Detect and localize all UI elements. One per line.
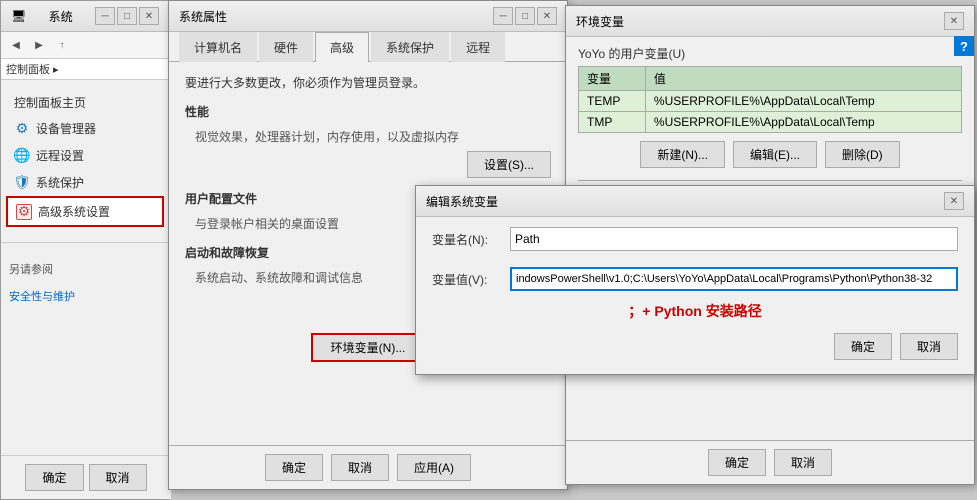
- uv-temp-var: TEMP: [579, 91, 646, 112]
- section-divider: [578, 180, 962, 181]
- remote-settings-icon: 🌐: [14, 148, 30, 164]
- sp-ok-button[interactable]: 确定: [265, 454, 323, 481]
- security-maintenance-link[interactable]: 安全性与维护: [1, 285, 169, 307]
- user-new-button[interactable]: 新建(N)...: [640, 141, 725, 168]
- var-value-input[interactable]: [510, 267, 958, 291]
- edit-ok-button[interactable]: 确定: [834, 333, 892, 360]
- edit-cancel-button[interactable]: 取消: [900, 333, 958, 360]
- tab-remote[interactable]: 远程: [451, 32, 505, 62]
- tab-system-protection[interactable]: 系统保护: [371, 32, 449, 62]
- env-close-button[interactable]: ✕: [944, 12, 964, 30]
- tab-advanced[interactable]: 高级: [315, 32, 369, 62]
- system-cancel-button[interactable]: 取消: [89, 464, 147, 491]
- python-path-annotation: ；+ Python 安装路径: [416, 297, 974, 325]
- also-see-label: 另请参阅: [1, 253, 169, 285]
- sidebar-item-system-protection[interactable]: 🛡 系统保护: [6, 169, 164, 196]
- sidebar: 控制面板主页 ⚙ 设备管理器 🌐 远程设置 🛡 系统保护 ⚙ 高级系统设置: [1, 80, 169, 237]
- sys-props-title-bar: 系统属性 ─ □ ✕: [169, 1, 567, 32]
- env-window-controls: ✕: [944, 12, 964, 30]
- breadcrumb: 控制面板 ▸: [1, 59, 169, 80]
- var-value-row: 变量值(V):: [416, 257, 974, 297]
- environment-variables-button[interactable]: 环境变量(N)...: [311, 333, 426, 362]
- sp-minimize-button[interactable]: ─: [493, 7, 513, 25]
- sidebar-title: 控制面板主页: [6, 90, 164, 115]
- system-window-title: 系统: [49, 8, 73, 25]
- navigation-bar: ◀ ▶ ↑: [1, 32, 169, 59]
- uv-tmp-var: TMP: [579, 112, 646, 133]
- edit-dialog-title-bar: 编辑系统变量 ✕: [416, 186, 974, 217]
- sys-props-title: 系统属性: [179, 8, 227, 25]
- performance-header: 性能: [185, 103, 551, 122]
- system-protection-icon: 🛡: [14, 175, 30, 191]
- user-vars-col-value: 值: [645, 67, 961, 91]
- table-row[interactable]: TMP %USERPROFILE%\AppData\Local\Temp: [579, 112, 962, 133]
- performance-section: 性能 视觉效果，处理器计划，内存使用，以及虚拟内存 设置(S)...: [185, 103, 551, 178]
- var-name-input[interactable]: [510, 227, 958, 251]
- close-button[interactable]: ✕: [139, 7, 159, 25]
- var-name-label: 变量名(N):: [432, 231, 502, 248]
- var-name-row: 变量名(N):: [416, 217, 974, 257]
- tab-hardware[interactable]: 硬件: [259, 32, 313, 62]
- back-button[interactable]: ◀: [6, 35, 26, 55]
- sys-props-bottom-bar: 确定 取消 应用(A): [169, 445, 567, 489]
- performance-body: 视觉效果，处理器计划，内存使用，以及虚拟内存: [195, 128, 551, 145]
- maximize-button[interactable]: □: [117, 7, 137, 25]
- user-edit-button[interactable]: 编辑(E)...: [733, 141, 817, 168]
- system-window-bottom-bar: 确定 取消: [1, 455, 171, 499]
- admin-notice: 要进行大多数更改，你必须作为管理员登录。: [185, 74, 551, 91]
- system-title-bar: 🖥 系统 ─ □ ✕: [1, 1, 169, 32]
- sp-maximize-button[interactable]: □: [515, 7, 535, 25]
- system-window-icon: 🖥: [11, 9, 26, 23]
- table-row[interactable]: TEMP %USERPROFILE%\AppData\Local\Temp: [579, 91, 962, 112]
- env-window-bottom-bar: 确定 取消: [566, 440, 974, 484]
- env-window-title: 环境变量: [576, 13, 624, 30]
- sp-apply-button[interactable]: 应用(A): [397, 454, 471, 481]
- edit-dialog-controls: ✕: [944, 192, 964, 210]
- system-window: 🖥 系统 ─ □ ✕ ◀ ▶ ↑ 控制面板 ▸ 控制面板主页 ⚙ 设备管理器 🌐…: [0, 0, 170, 500]
- sp-close-button[interactable]: ✕: [537, 7, 557, 25]
- sys-props-controls: ─ □ ✕: [493, 7, 557, 25]
- tab-computer-name[interactable]: 计算机名: [179, 32, 257, 62]
- advanced-settings-icon: ⚙: [16, 204, 32, 220]
- edit-dialog-title: 编辑系统变量: [426, 193, 498, 210]
- sidebar-item-remote-settings[interactable]: 🌐 远程设置: [6, 142, 164, 169]
- edit-close-button[interactable]: ✕: [944, 192, 964, 210]
- sp-cancel-button[interactable]: 取消: [331, 454, 389, 481]
- env-cancel-button[interactable]: 取消: [774, 449, 832, 476]
- var-value-label: 变量值(V):: [432, 271, 502, 288]
- system-ok-button[interactable]: 确定: [25, 464, 83, 491]
- sidebar-item-advanced-settings[interactable]: ⚙ 高级系统设置: [6, 196, 164, 227]
- performance-settings-button[interactable]: 设置(S)...: [467, 151, 551, 178]
- up-button[interactable]: ↑: [52, 35, 72, 55]
- env-ok-button[interactable]: 确定: [708, 449, 766, 476]
- user-delete-button[interactable]: 删除(D): [825, 141, 900, 168]
- uv-tmp-val: %USERPROFILE%\AppData\Local\Temp: [645, 112, 961, 133]
- user-var-buttons: 新建(N)... 编辑(E)... 删除(D): [566, 133, 974, 176]
- user-vars-table: 变量 值 TEMP %USERPROFILE%\AppData\Local\Te…: [578, 66, 962, 133]
- user-vars-title: YoYo 的用户变量(U): [566, 37, 974, 66]
- user-vars-col-variable: 变量: [579, 67, 646, 91]
- sys-props-tabs: 计算机名 硬件 高级 系统保护 远程: [169, 32, 567, 62]
- system-window-controls: ─ □ ✕: [95, 7, 159, 25]
- minimize-button[interactable]: ─: [95, 7, 115, 25]
- edit-dialog-buttons: 确定 取消: [416, 325, 974, 368]
- help-button[interactable]: ?: [954, 36, 974, 56]
- sidebar-item-device-manager[interactable]: ⚙ 设备管理器: [6, 115, 164, 142]
- uv-temp-val: %USERPROFILE%\AppData\Local\Temp: [645, 91, 961, 112]
- forward-button[interactable]: ▶: [29, 35, 49, 55]
- edit-system-variable-dialog: 编辑系统变量 ✕ 变量名(N): 变量值(V): ；+ Python 安装路径 …: [415, 185, 975, 375]
- device-manager-icon: ⚙: [14, 121, 30, 137]
- env-title-bar: 环境变量 ✕: [566, 6, 974, 37]
